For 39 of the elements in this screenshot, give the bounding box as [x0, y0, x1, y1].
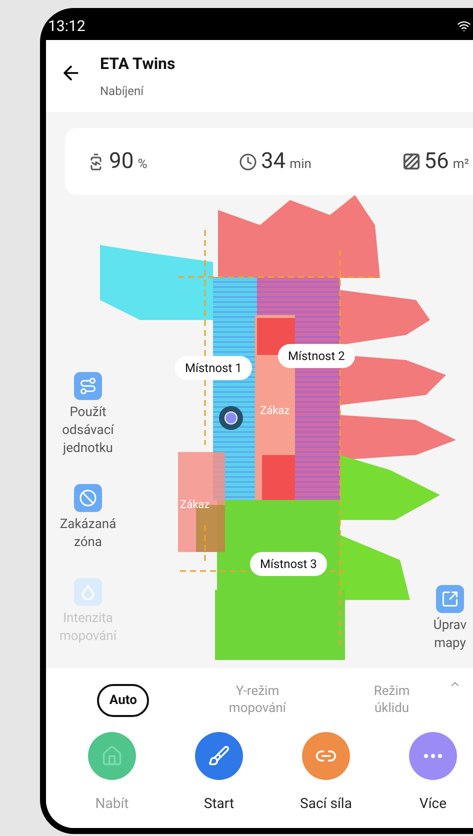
more-button[interactable]	[409, 732, 457, 780]
brush-icon	[208, 745, 230, 767]
expand-icon	[441, 590, 459, 608]
action-label: Více	[419, 795, 447, 814]
hatched-square-icon	[403, 153, 420, 170]
device-status: Nabíjení	[100, 83, 145, 100]
stat-value: 90	[109, 148, 134, 176]
robot-icon	[219, 406, 243, 430]
room-label[interactable]: Místnost 3	[250, 552, 327, 576]
edit-map-button[interactable]	[436, 585, 464, 613]
stat-value: 34	[260, 148, 286, 176]
action-label: Sací síla	[300, 795, 352, 814]
tool-label: Použít odsávací jednotku	[61, 404, 115, 458]
droplet-icon	[79, 583, 97, 601]
house-icon	[101, 745, 123, 767]
start-button[interactable]	[195, 732, 243, 780]
action-label: Start	[204, 795, 234, 814]
prohibited-icon	[79, 489, 97, 507]
stat-value: 56	[424, 148, 449, 176]
tool-label: Úprav mapy	[432, 617, 468, 653]
stat-unit: %	[138, 156, 148, 174]
tool-button[interactable]	[74, 372, 102, 400]
stat-unit: m²	[452, 156, 469, 174]
device-title: ETA Twins	[100, 53, 176, 75]
route-icon	[79, 377, 97, 395]
mode-tab[interactable]: Auto	[97, 684, 149, 716]
stat-unit: min	[290, 156, 312, 174]
room-label[interactable]: Místnost 1	[175, 356, 252, 380]
action-label: Nabít	[95, 795, 129, 814]
room-label[interactable]: Místnost 2	[278, 344, 355, 368]
status-time: 13:12	[48, 16, 86, 37]
more-icon	[424, 754, 442, 758]
zone-label: Zákaz	[180, 497, 210, 513]
wifi-icon	[457, 19, 471, 33]
suction-button[interactable]	[302, 732, 350, 780]
tool-label: Zakázaná zóna	[58, 516, 118, 552]
zone-label: Zákaz	[260, 403, 290, 419]
tool-button[interactable]	[74, 484, 102, 512]
clock-icon	[238, 152, 257, 170]
